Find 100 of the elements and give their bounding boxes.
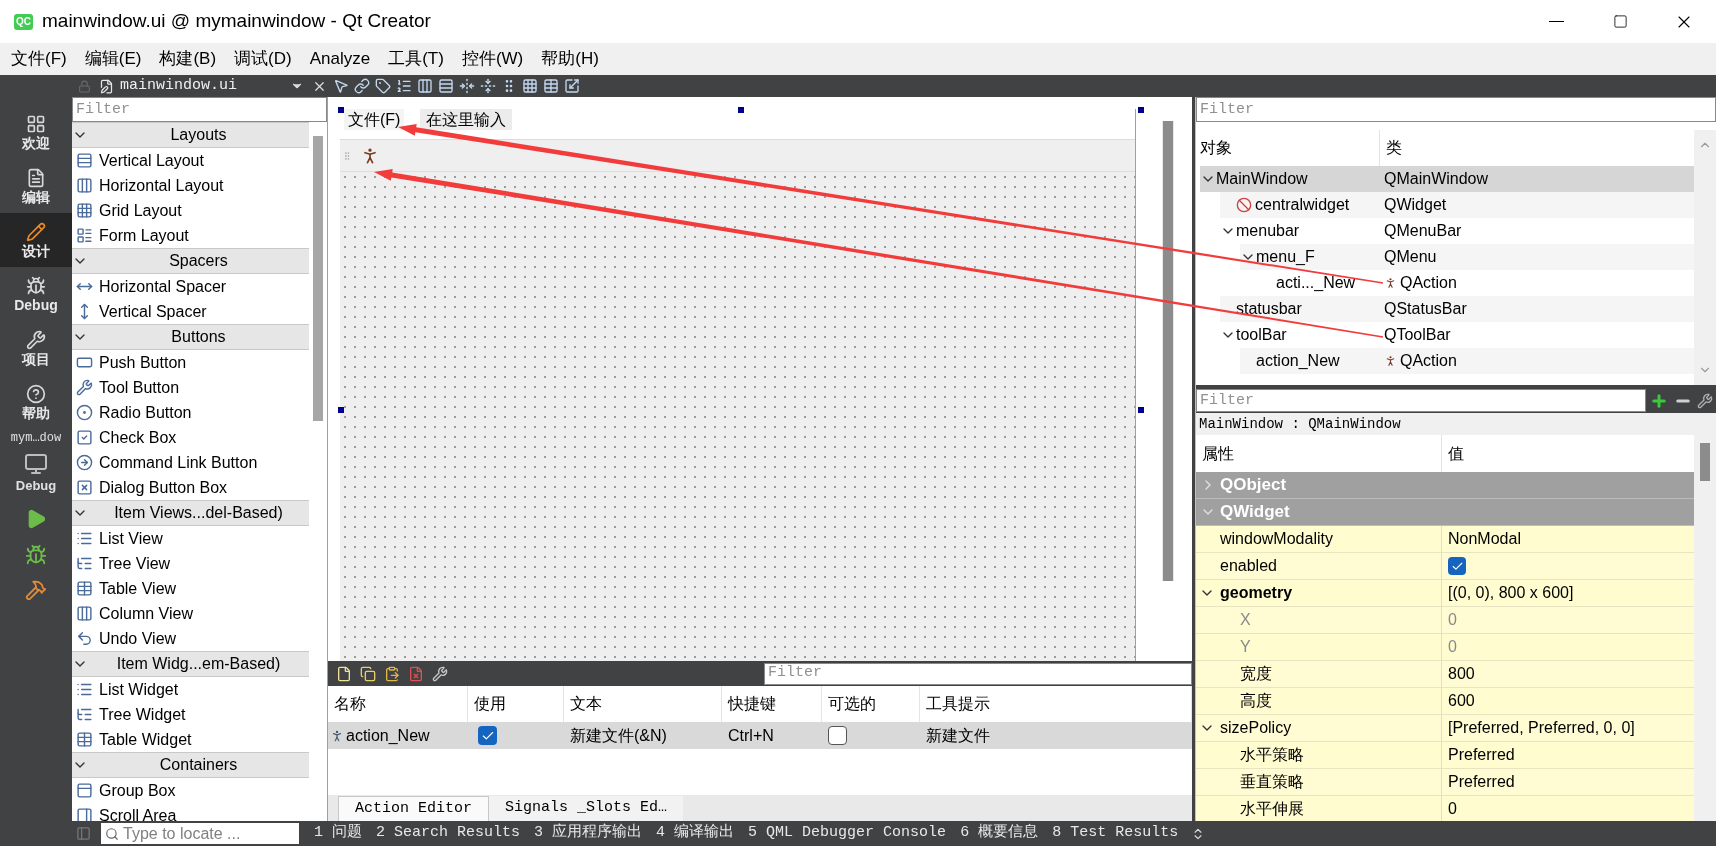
- checkbox[interactable]: [1448, 557, 1466, 575]
- menu-item[interactable]: 文件(F): [344, 109, 405, 130]
- filter-field[interactable]: Filter: [1196, 389, 1646, 412]
- menu-item[interactable]: 构建(B): [150, 46, 226, 72]
- property-value[interactable]: 600: [1448, 689, 1475, 713]
- paste-icon[interactable]: [384, 665, 400, 682]
- new-file-icon[interactable]: [336, 665, 352, 682]
- category-header[interactable]: Spacers: [72, 248, 309, 274]
- widget-item[interactable]: Scroll Area: [72, 803, 309, 821]
- widget-item[interactable]: Group Box: [72, 778, 309, 803]
- output-pane-button[interactable]: 2 Search Results: [369, 822, 528, 845]
- action-row[interactable]: action_New 新建文件(&N) Ctrl+N 新建文件: [328, 722, 1192, 749]
- tree-row[interactable]: action_New QAction: [1240, 348, 1694, 374]
- mode-button[interactable]: Debug: [0, 267, 72, 321]
- tree-row[interactable]: centralwidget QWidget: [1220, 192, 1694, 218]
- output-pane-button[interactable]: 8 Test Results: [1045, 822, 1186, 845]
- widget-item[interactable]: List View: [72, 526, 309, 551]
- widget-item[interactable]: Grid Layout: [72, 198, 309, 223]
- checkbox[interactable]: [828, 726, 847, 745]
- widget-item[interactable]: Form Layout: [72, 223, 309, 248]
- output-pane-button[interactable]: 4 编译输出: [649, 822, 742, 845]
- columns-icon[interactable]: [417, 78, 433, 94]
- tree-row[interactable]: MainWindow QMainWindow: [1200, 166, 1694, 192]
- copy-icon[interactable]: [360, 665, 376, 682]
- widget-item[interactable]: Dialog Button Box: [72, 475, 309, 500]
- property-value[interactable]: 800: [1448, 662, 1475, 686]
- widget-item[interactable]: Push Button: [72, 350, 309, 375]
- category-header[interactable]: Buttons: [72, 324, 309, 350]
- property-value[interactable]: Preferred: [1448, 743, 1515, 767]
- property-value[interactable]: 0: [1448, 797, 1457, 821]
- menu-item[interactable]: 帮助(H): [532, 46, 608, 72]
- menu-item[interactable]: 编辑(E): [75, 46, 151, 72]
- output-pane-button[interactable]: 1 问题: [307, 822, 369, 845]
- table-icon[interactable]: [543, 78, 559, 94]
- mode-button[interactable]: 编辑: [0, 159, 72, 213]
- column-header[interactable]: 值: [1442, 435, 1694, 472]
- scrollbar-thumb[interactable]: [1163, 121, 1173, 581]
- link-icon[interactable]: [354, 78, 370, 94]
- tab[interactable]: Action Editor: [338, 796, 490, 821]
- numbered-list-icon[interactable]: [396, 78, 412, 94]
- filter-field[interactable]: Filter: [1196, 97, 1716, 122]
- locate-field[interactable]: Type to locate ...: [101, 823, 299, 844]
- widget-item[interactable]: Radio Button: [72, 400, 309, 425]
- menu-item[interactable]: 文件(F): [2, 46, 76, 72]
- property-value[interactable]: NonModal: [1448, 527, 1521, 551]
- filter-field[interactable]: Filter: [72, 97, 327, 122]
- widget-item[interactable]: Command Link Button: [72, 450, 309, 475]
- filter-field[interactable]: Filter: [764, 662, 1192, 685]
- output-pane-button[interactable]: 6 概要信息: [953, 822, 1046, 845]
- scrollbar-thumb[interactable]: [313, 136, 323, 421]
- mode-button[interactable]: 帮助: [0, 375, 72, 429]
- widget-item[interactable]: Table Widget: [72, 727, 309, 752]
- widget-item[interactable]: Horizontal Layout: [72, 173, 309, 198]
- output-pane-button[interactable]: 3 应用程序输出: [527, 822, 650, 845]
- property-value[interactable]: Preferred: [1448, 770, 1515, 794]
- category-header[interactable]: Item Views...del-Based): [72, 500, 309, 526]
- property-value[interactable]: [(0, 0), 800 x 600]: [1448, 581, 1574, 605]
- tree-row[interactable]: statusbar QStatusBar: [1220, 296, 1694, 322]
- widget-item[interactable]: Check Box: [72, 425, 309, 450]
- output-pane-button[interactable]: 5 QML Debugger Console: [741, 822, 954, 845]
- menu-item[interactable]: 工具(T): [379, 46, 453, 72]
- scrollbar-thumb[interactable]: [1700, 443, 1710, 481]
- widget-item[interactable]: Undo View: [72, 626, 309, 651]
- delete-file-icon[interactable]: [408, 665, 424, 682]
- tag-icon[interactable]: [375, 78, 391, 94]
- category-header[interactable]: Item Widg...em-Based): [72, 651, 309, 677]
- pointer-icon[interactable]: [333, 78, 349, 94]
- type-here-item[interactable]: 在这里输入: [420, 109, 513, 130]
- menu-item[interactable]: 调试(D): [225, 46, 301, 72]
- wrench-icon[interactable]: [432, 665, 448, 682]
- target-selector-button[interactable]: Debug: [0, 447, 72, 501]
- mode-button[interactable]: 欢迎: [0, 105, 72, 159]
- category-header[interactable]: Containers: [72, 752, 309, 778]
- widget-item[interactable]: Tree Widget: [72, 702, 309, 727]
- horizontal-split-icon[interactable]: [459, 78, 475, 94]
- mode-button[interactable]: 项目: [0, 321, 72, 375]
- widget-item[interactable]: List Widget: [72, 677, 309, 702]
- grid-icon[interactable]: [522, 78, 538, 94]
- tree-row[interactable]: menu_F QMenu: [1240, 244, 1694, 270]
- sidebar-toggle-icon[interactable]: [76, 826, 91, 841]
- widget-item[interactable]: Vertical Spacer: [72, 299, 309, 324]
- mode-button[interactable]: 设计: [0, 213, 72, 267]
- widget-item[interactable]: Tool Button: [72, 375, 309, 400]
- menu-item[interactable]: 控件(W): [452, 46, 533, 72]
- menu-item[interactable]: Analyze: [300, 46, 380, 72]
- category-header[interactable]: Layouts: [72, 122, 309, 148]
- widget-item[interactable]: Table View: [72, 576, 309, 601]
- file-tab[interactable]: mainwindow.ui: [120, 74, 290, 98]
- vertical-split-icon[interactable]: [480, 78, 496, 94]
- tab[interactable]: Signals _Slots Ed…: [489, 796, 684, 821]
- column-header[interactable]: 类: [1380, 130, 1694, 166]
- checkbox[interactable]: [478, 726, 497, 745]
- rows-icon[interactable]: [438, 78, 454, 94]
- widget-item[interactable]: Horizontal Spacer: [72, 274, 309, 299]
- property-value[interactable]: [Preferred, Preferred, 0, 0]: [1448, 716, 1635, 740]
- add-icon[interactable]: [1650, 391, 1668, 410]
- widget-item[interactable]: Vertical Layout: [72, 148, 309, 173]
- wrench-icon[interactable]: [1697, 392, 1713, 409]
- resize-icon[interactable]: [564, 78, 580, 94]
- widget-item[interactable]: Tree View: [72, 551, 309, 576]
